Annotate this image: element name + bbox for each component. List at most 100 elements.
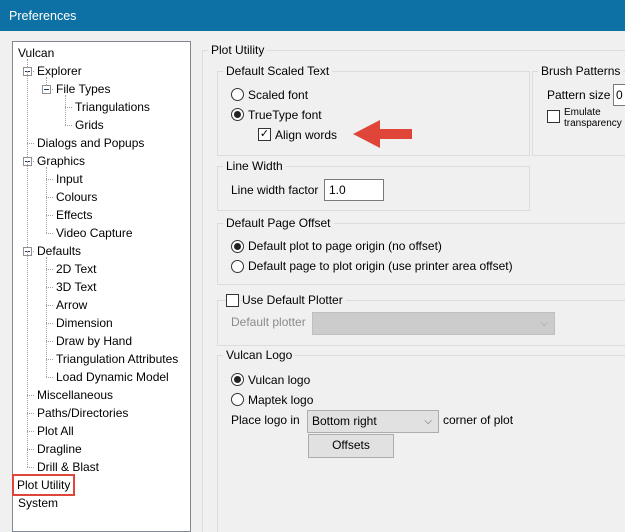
tree-connector xyxy=(27,431,28,449)
group-title: Default Scaled Text xyxy=(223,63,333,79)
title-bar: Preferences xyxy=(0,0,625,31)
tree-item-video-capture[interactable]: Video Capture xyxy=(55,224,134,242)
tree-connector xyxy=(65,107,72,108)
align-words-label: Align words xyxy=(275,128,338,142)
tree-connector xyxy=(46,269,53,270)
truetype-font-radio[interactable] xyxy=(231,108,244,121)
tree-connector xyxy=(46,305,53,306)
tree-item-dialogs-and-popups[interactable]: Dialogs and Popups xyxy=(36,134,145,152)
tree-item-file-types[interactable]: File Types xyxy=(55,80,111,98)
page-to-plot-origin-radio[interactable] xyxy=(231,260,244,273)
tree-connector xyxy=(27,71,28,143)
tree-item-drill-blast[interactable]: Drill & Blast xyxy=(36,458,100,476)
tree-item-triangulations[interactable]: Triangulations xyxy=(74,98,151,116)
corner-of-plot-label: corner of plot xyxy=(443,413,514,427)
default-plotter-select[interactable]: ⌵ xyxy=(312,312,555,335)
tree-connector xyxy=(46,341,53,342)
red-arrow-annotation xyxy=(353,120,412,148)
tree-item-load-dynamic-model[interactable]: Load Dynamic Model xyxy=(55,368,170,386)
tree-item-defaults[interactable]: Defaults xyxy=(36,242,82,260)
preferences-tree[interactable]: Vulcan Explorer File Types Triangulations Gr… xyxy=(11,41,191,532)
window-title: Preferences xyxy=(9,9,77,23)
tree-item-vulcan[interactable]: Vulcan xyxy=(17,44,55,62)
tree-connector xyxy=(46,233,53,234)
tree-connector xyxy=(65,107,66,125)
tree-connector xyxy=(46,323,53,324)
tree-item-dragline[interactable]: Dragline xyxy=(36,440,83,458)
tree-connector xyxy=(27,431,34,432)
tree-connector xyxy=(27,251,28,395)
chevron-down-icon: ⌵ xyxy=(540,318,548,329)
place-logo-label: Place logo in xyxy=(231,413,300,427)
select-value: Bottom right xyxy=(312,414,377,428)
use-default-plotter-label: Use Default Plotter xyxy=(242,292,346,308)
default-plotter-label: Default plotter xyxy=(231,315,306,329)
tree-connector xyxy=(27,449,34,450)
plot-utility-title: Plot Utility xyxy=(208,42,268,58)
group-title: Brush Patterns xyxy=(538,63,624,79)
pattern-size-label: Pattern size xyxy=(547,88,611,102)
tree-item-plot-all[interactable]: Plot All xyxy=(36,422,75,440)
tree-item-2d-text[interactable]: 2D Text xyxy=(55,260,97,278)
vulcan-logo-label: Vulcan logo xyxy=(248,373,311,387)
tree-item-paths-directories[interactable]: Paths/Directories xyxy=(36,404,129,422)
scaled-font-radio[interactable] xyxy=(231,88,244,101)
tree-item-plot-utility[interactable]: Plot Utility xyxy=(11,474,76,496)
tree-connector xyxy=(27,449,28,467)
tree-item-effects[interactable]: Effects xyxy=(55,206,93,224)
tree-connector xyxy=(46,359,47,377)
tree-connector xyxy=(27,467,34,468)
tree-connector xyxy=(46,323,47,341)
tree-connector xyxy=(46,257,47,269)
tree-item-draw-by-hand[interactable]: Draw by Hand xyxy=(55,332,133,350)
tree-connector xyxy=(46,197,53,198)
tree-item-miscellaneous[interactable]: Miscellaneous xyxy=(36,386,114,404)
tree-item-colours[interactable]: Colours xyxy=(55,188,98,206)
tree-connector xyxy=(46,287,53,288)
tree-connector xyxy=(46,197,47,215)
pattern-size-input[interactable]: 0 xyxy=(613,84,625,106)
tree-connector xyxy=(46,215,47,233)
chevron-down-icon: ⌵ xyxy=(424,416,432,427)
vulcan-logo-radio[interactable] xyxy=(231,373,244,386)
tree-connector xyxy=(27,395,34,396)
logo-position-select[interactable]: Bottom right ⌵ xyxy=(307,410,439,433)
tree-connector xyxy=(65,125,72,126)
tree-connector xyxy=(46,377,53,378)
use-default-plotter-checkbox[interactable] xyxy=(226,294,239,307)
line-width-factor-input[interactable]: 1.0 xyxy=(324,179,384,201)
maptek-logo-label: Maptek logo xyxy=(248,393,314,407)
tree-connector xyxy=(46,269,47,287)
scaled-font-label: Scaled font xyxy=(248,88,309,102)
tree-connector xyxy=(27,413,28,431)
plot-to-page-origin-label: Default plot to page origin (no offset) xyxy=(248,239,442,253)
tree-item-input[interactable]: Input xyxy=(55,170,84,188)
tree-connector xyxy=(27,395,28,413)
tree-item-system[interactable]: System xyxy=(17,494,59,512)
tree-item-graphics[interactable]: Graphics xyxy=(36,152,86,170)
tree-item-explorer[interactable]: Explorer xyxy=(36,62,83,80)
tree-item-3d-text[interactable]: 3D Text xyxy=(55,278,97,296)
collapse-icon[interactable] xyxy=(42,85,51,94)
truetype-font-label: TrueType font xyxy=(248,108,322,122)
maptek-logo-radio[interactable] xyxy=(231,393,244,406)
tree-connector xyxy=(46,287,47,305)
offsets-button[interactable]: Offsets xyxy=(308,434,394,458)
tree-item-arrow[interactable]: Arrow xyxy=(55,296,88,314)
emulate-transparency-label: Emulate transparency xyxy=(564,107,622,129)
tree-connector xyxy=(27,413,34,414)
group-title: Line Width xyxy=(223,158,286,174)
tree-connector xyxy=(46,215,53,216)
plot-to-page-origin-radio[interactable] xyxy=(231,240,244,253)
tree-connector xyxy=(46,341,47,359)
tree-item-grids[interactable]: Grids xyxy=(74,116,105,134)
group-title: Default Page Offset xyxy=(223,215,334,231)
group-title: Vulcan Logo xyxy=(223,347,296,363)
emulate-transparency-checkbox[interactable] xyxy=(547,110,560,123)
tree-item-dimension[interactable]: Dimension xyxy=(55,314,114,332)
tree-item-triangulation-attributes[interactable]: Triangulation Attributes xyxy=(55,350,179,368)
tree-connector xyxy=(27,143,34,144)
line-width-factor-label: Line width factor xyxy=(231,183,319,197)
align-words-checkbox[interactable]: ✓ xyxy=(258,128,271,141)
tree-connector xyxy=(46,179,47,197)
